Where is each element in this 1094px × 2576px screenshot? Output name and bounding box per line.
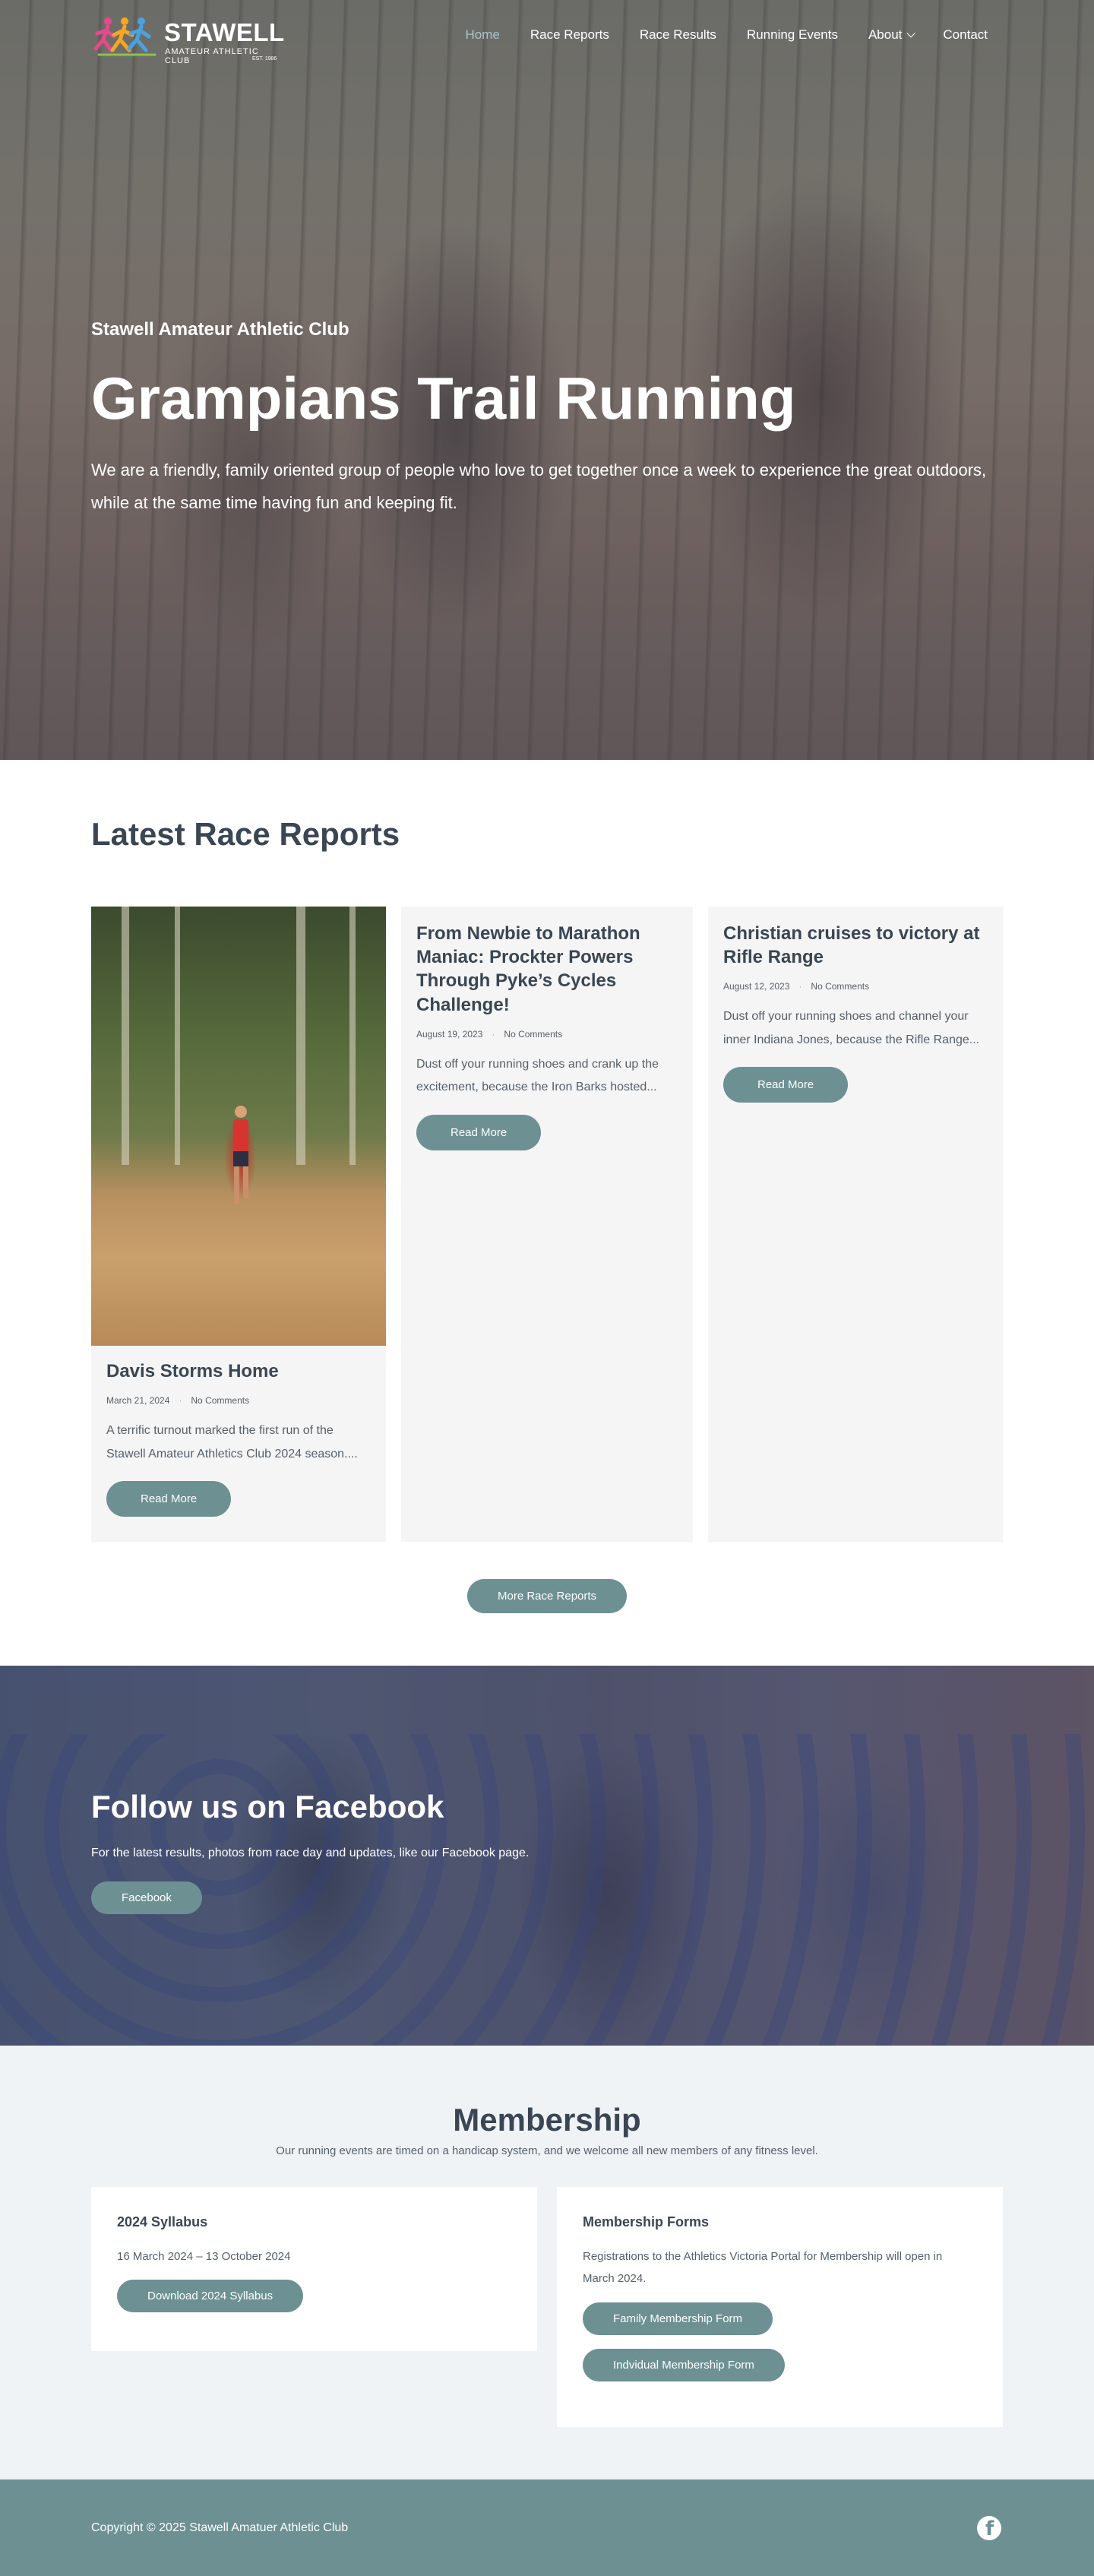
membership-forms-box: Membership Forms Registrations to the At… — [557, 2187, 1003, 2427]
membership-section: Membership Our running events are timed … — [0, 2046, 1094, 2479]
facebook-text: For the latest results, photos from race… — [91, 1847, 530, 1859]
report-card-meta: August 19, 2023 · No Comments — [416, 1029, 678, 1040]
report-card-date[interactable]: March 21, 2024 — [106, 1395, 169, 1406]
facebook-section: Follow us on Facebook For the latest res… — [0, 1666, 1094, 2046]
site-footer: Copyright © 2025 Stawell Amatuer Athleti… — [0, 2479, 1094, 2576]
nav-running-events-label: Running Events — [746, 27, 838, 42]
report-card-comments[interactable]: No Comments — [191, 1395, 249, 1406]
latest-reports-section: Latest Race Reports Davis Storms Home Ma… — [0, 760, 1094, 1666]
report-card-date[interactable]: August 19, 2023 — [416, 1029, 482, 1040]
report-card-meta: August 12, 2023 · No Comments — [723, 981, 988, 992]
report-card-comments[interactable]: No Comments — [811, 981, 869, 992]
nav-race-results-label: Race Results — [639, 27, 716, 42]
meta-separator: · — [492, 1028, 495, 1040]
report-card-excerpt: A terrific turnout marked the first run … — [106, 1424, 358, 1460]
report-card-body: Christian cruises to victory at Rifle Ra… — [708, 907, 1003, 1103]
facebook-heading: Follow us on Facebook — [91, 1789, 444, 1824]
family-membership-form-button[interactable]: Family Membership Form — [583, 2302, 773, 2335]
report-card-title[interactable]: Christian cruises to victory at Rifle Ra… — [723, 922, 988, 969]
logo-title: STAWELL — [164, 18, 285, 46]
report-card-title[interactable]: From Newbie to Marathon Maniac: Prockter… — [416, 922, 678, 1017]
syllabus-title: 2024 Syllabus — [117, 2214, 208, 2229]
membership-forms-text: Registrations to the Athletics Victoria … — [583, 2250, 943, 2286]
nav-about-label: About — [868, 27, 903, 42]
read-more-button[interactable]: Read More — [416, 1114, 542, 1150]
main-menu: Home Race Reports Race Results Running E… — [466, 27, 988, 43]
nav-contact[interactable]: Contact — [943, 27, 988, 43]
hero-content: Stawell Amateur Athletic Club Grampians … — [91, 319, 1003, 520]
membership-heading: Membership — [453, 2102, 641, 2138]
hero-section: STAWELL AMATEUR ATHLETIC CLUB EST. 1986 … — [0, 0, 1094, 760]
report-card-comments[interactable]: No Comments — [504, 1029, 562, 1040]
reports-grid: Davis Storms Home March 21, 2024 · No Co… — [91, 907, 1003, 1542]
report-card-meta: March 21, 2024 · No Comments — [106, 1395, 371, 1406]
copyright-text: Copyright © 2025 Stawell Amatuer Athleti… — [91, 2521, 349, 2534]
report-card-image[interactable] — [91, 907, 386, 1346]
hero-description: We are a friendly, family oriented group… — [91, 460, 987, 512]
report-card: Davis Storms Home March 21, 2024 · No Co… — [91, 907, 386, 1542]
membership-forms-title: Membership Forms — [583, 2214, 710, 2229]
facebook-icon[interactable]: f — [977, 2516, 1001, 2540]
meta-separator: · — [798, 981, 802, 992]
meta-separator: · — [179, 1395, 182, 1407]
read-more-button[interactable]: Read More — [723, 1067, 849, 1103]
report-card: From Newbie to Marathon Maniac: Prockter… — [401, 907, 693, 1542]
report-card-excerpt: Dust off your running shoes and crank up… — [416, 1057, 659, 1094]
facebook-glyph: f — [985, 2517, 994, 2540]
nav-running-events[interactable]: Running Events — [747, 27, 838, 43]
read-more-button[interactable]: Read More — [106, 1480, 232, 1517]
report-card-date[interactable]: August 12, 2023 — [723, 981, 789, 992]
nav-race-results[interactable]: Race Results — [640, 27, 716, 43]
download-syllabus-button[interactable]: Download 2024 Syllabus — [117, 2280, 304, 2313]
report-card-body: Davis Storms Home March 21, 2024 · No Co… — [91, 1346, 386, 1517]
hero-title: Grampians Trail Running — [91, 365, 796, 432]
logo-established: EST. 1986 — [252, 56, 277, 62]
nav-race-reports[interactable]: Race Reports — [530, 27, 609, 43]
syllabus-box: 2024 Syllabus 16 March 2024 – 13 October… — [91, 2187, 537, 2351]
site-logo[interactable]: STAWELL AMATEUR ATHLETIC CLUB EST. 1986 — [91, 14, 284, 65]
individual-membership-form-button[interactable]: Indvidual Membership Form — [583, 2348, 785, 2381]
report-card: Christian cruises to victory at Rifle Ra… — [708, 907, 1003, 1542]
membership-description: Our running events are timed on a handic… — [276, 2144, 818, 2157]
report-card-excerpt: Dust off your running shoes and channel … — [723, 1010, 980, 1046]
report-card-body: From Newbie to Marathon Maniac: Prockter… — [401, 907, 693, 1150]
facebook-content: Follow us on Facebook For the latest res… — [91, 1789, 529, 1914]
chevron-down-icon — [906, 29, 916, 38]
runners-logo-icon — [93, 17, 157, 56]
membership-forms-buttons: Family Membership Form Indvidual Members… — [583, 2290, 977, 2381]
hero-subtitle: Stawell Amateur Athletic Club — [91, 319, 349, 340]
nav-home[interactable]: Home — [466, 27, 500, 43]
runner-figure — [233, 1106, 248, 1204]
nav-home-label: Home — [465, 27, 500, 42]
nav-race-reports-label: Race Reports — [530, 27, 609, 42]
report-card-title[interactable]: Davis Storms Home — [106, 1359, 371, 1383]
nav-about[interactable]: About — [868, 27, 916, 43]
site-header: STAWELL AMATEUR ATHLETIC CLUB EST. 1986 … — [0, 0, 1094, 74]
more-race-reports-button[interactable]: More Race Reports — [467, 1579, 628, 1613]
facebook-button[interactable]: Facebook — [91, 1881, 202, 1914]
nav-contact-label: Contact — [943, 27, 988, 42]
syllabus-dates: 16 March 2024 – 13 October 2024 — [117, 2250, 291, 2263]
reports-heading: Latest Race Reports — [91, 816, 400, 852]
